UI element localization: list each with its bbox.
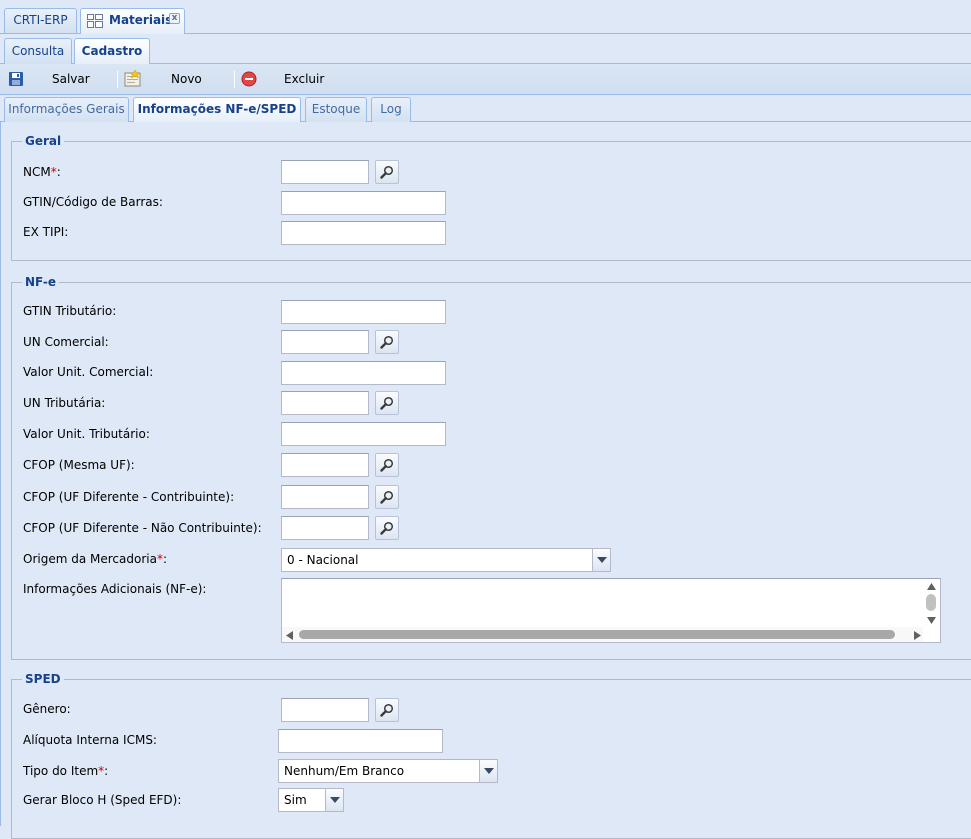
horizontal-scrollbar[interactable] bbox=[282, 627, 923, 642]
new-label: Novo bbox=[171, 72, 202, 86]
origem-label: Origem da Mercadoria*: bbox=[23, 552, 167, 566]
magnifier-icon bbox=[380, 165, 394, 179]
ex-tipi-input[interactable] bbox=[281, 221, 446, 245]
aliquota-label: Alíquota Interna ICMS: bbox=[23, 733, 157, 747]
bloco-h-value: Sim bbox=[284, 793, 307, 807]
tipo-item-select[interactable]: Nenhum/Em Branco bbox=[278, 759, 498, 783]
gtin-input[interactable] bbox=[281, 191, 446, 215]
delete-button[interactable]: Excluir bbox=[240, 64, 340, 95]
magnifier-icon bbox=[380, 458, 394, 472]
cfop-contribuinte-lookup-button[interactable] bbox=[375, 485, 399, 509]
grid-icon bbox=[87, 14, 103, 28]
magnifier-icon bbox=[380, 703, 394, 717]
genero-input[interactable] bbox=[281, 698, 369, 722]
tab-estoque[interactable]: Estoque bbox=[305, 97, 367, 122]
origem-value: 0 - Nacional bbox=[287, 553, 359, 567]
vertical-scrollbar[interactable] bbox=[923, 579, 940, 627]
tab-label: Consulta bbox=[11, 44, 65, 58]
cfop-mesma-uf-input[interactable] bbox=[281, 453, 369, 477]
un-comercial-label: UN Comercial: bbox=[23, 335, 109, 349]
un-comercial-lookup-button[interactable] bbox=[375, 330, 399, 354]
scroll-up-icon[interactable] bbox=[927, 583, 936, 590]
toolbar: Salvar Novo Excluir bbox=[0, 64, 971, 95]
tab-label: Log bbox=[380, 102, 402, 116]
tab-log[interactable]: Log bbox=[371, 97, 411, 122]
delete-icon bbox=[241, 71, 257, 87]
tab-label: Cadastro bbox=[81, 44, 143, 58]
magnifier-icon bbox=[380, 490, 394, 504]
magnifier-icon bbox=[380, 521, 394, 535]
bloco-h-select[interactable]: Sim bbox=[278, 788, 344, 812]
new-button[interactable]: Novo bbox=[123, 64, 229, 95]
delete-label: Excluir bbox=[284, 72, 325, 86]
valor-unit-comercial-label: Valor Unit. Comercial: bbox=[23, 365, 154, 379]
sped-legend: SPED bbox=[22, 672, 64, 686]
ncm-input[interactable] bbox=[281, 160, 369, 184]
ex-tipi-label: EX TIPI: bbox=[23, 225, 69, 239]
un-tributaria-label: UN Tributária: bbox=[23, 396, 106, 410]
bloco-h-label: Gerar Bloco H (Sped EFD): bbox=[23, 793, 182, 807]
ncm-label: NCM*: bbox=[23, 165, 61, 179]
un-comercial-input[interactable] bbox=[281, 330, 369, 354]
toolbar-separator bbox=[117, 71, 118, 88]
cfop-nao-contribuinte-input[interactable] bbox=[281, 516, 369, 540]
origem-select[interactable]: 0 - Nacional bbox=[281, 548, 611, 572]
scroll-right-icon[interactable] bbox=[914, 631, 921, 640]
close-icon[interactable]: x bbox=[169, 13, 180, 24]
tab-label: Estoque bbox=[311, 102, 361, 116]
valor-unit-tributario-label: Valor Unit. Tributário: bbox=[23, 427, 150, 441]
form-panel: Geral NCM*: GTIN/Código de Barras: EX TI… bbox=[0, 122, 971, 839]
app-tab-crti-erp[interactable]: CRTI-ERP bbox=[4, 8, 77, 33]
cfop-nao-contribuinte-label: CFOP (UF Diferente - Não Contribuinte): bbox=[23, 521, 262, 535]
geral-legend: Geral bbox=[22, 134, 65, 148]
tab-consulta[interactable]: Consulta bbox=[4, 38, 72, 64]
tab-cadastro[interactable]: Cadastro bbox=[74, 38, 150, 65]
tab-label: Informações NF-e/SPED bbox=[137, 102, 297, 116]
tab-informacoes-nfe-sped[interactable]: Informações NF-e/SPED bbox=[133, 97, 301, 123]
aliquota-input[interactable] bbox=[278, 729, 443, 753]
form-tab-bar: Informações Gerais Informações NF-e/SPED… bbox=[0, 95, 971, 123]
chevron-down-icon[interactable] bbox=[592, 549, 610, 571]
floppy-disk-icon bbox=[9, 72, 23, 86]
app-tab-bar: CRTI-ERP Materiais x bbox=[0, 0, 971, 34]
horizontal-scroll-thumb[interactable] bbox=[299, 630, 895, 639]
scroll-down-icon[interactable] bbox=[927, 617, 936, 624]
un-tributaria-lookup-button[interactable] bbox=[375, 391, 399, 415]
tipo-item-label: Tipo do Item*: bbox=[23, 764, 109, 778]
tipo-item-value: Nenhum/Em Branco bbox=[284, 764, 405, 778]
cfop-nao-contribuinte-lookup-button[interactable] bbox=[375, 516, 399, 540]
cfop-contribuinte-input[interactable] bbox=[281, 485, 369, 509]
tab-informacoes-gerais[interactable]: Informações Gerais bbox=[4, 97, 129, 122]
nfe-legend: NF-e bbox=[22, 275, 59, 289]
cfop-contribuinte-label: CFOP (UF Diferente - Contribuinte): bbox=[23, 490, 235, 504]
new-document-icon bbox=[124, 70, 141, 87]
toolbar-separator bbox=[234, 71, 235, 88]
gtin-tributario-label: GTIN Tributário: bbox=[23, 304, 117, 318]
chevron-down-icon[interactable] bbox=[479, 760, 497, 782]
cfop-mesma-uf-lookup-button[interactable] bbox=[375, 453, 399, 477]
vertical-scroll-thumb[interactable] bbox=[926, 594, 936, 611]
un-tributaria-input[interactable] bbox=[281, 391, 369, 415]
valor-unit-comercial-input[interactable] bbox=[281, 361, 446, 385]
gtin-label: GTIN/Código de Barras: bbox=[23, 195, 163, 209]
info-adicionais-label: Informações Adicionais (NF-e): bbox=[23, 582, 207, 596]
app-tab-materiais[interactable]: Materiais x bbox=[80, 8, 185, 34]
info-adicionais-textarea[interactable] bbox=[281, 578, 941, 643]
magnifier-icon bbox=[380, 396, 394, 410]
valor-unit-tributario-input[interactable] bbox=[281, 422, 446, 446]
genero-label: Gênero: bbox=[23, 702, 71, 716]
gtin-tributario-input[interactable] bbox=[281, 300, 446, 324]
app-tab-label: Materiais bbox=[109, 13, 173, 27]
genero-lookup-button[interactable] bbox=[375, 698, 399, 722]
magnifier-icon bbox=[380, 335, 394, 349]
sub-tab-bar: Consulta Cadastro bbox=[0, 34, 971, 65]
cfop-mesma-uf-label: CFOP (Mesma UF): bbox=[23, 458, 135, 472]
chevron-down-icon[interactable] bbox=[325, 789, 343, 811]
save-button[interactable]: Salvar bbox=[6, 64, 110, 95]
scroll-left-icon[interactable] bbox=[286, 631, 293, 640]
app-tab-label: CRTI-ERP bbox=[13, 13, 68, 27]
ncm-lookup-button[interactable] bbox=[375, 160, 399, 184]
tab-label: Informações Gerais bbox=[8, 102, 125, 116]
save-label: Salvar bbox=[52, 72, 90, 86]
